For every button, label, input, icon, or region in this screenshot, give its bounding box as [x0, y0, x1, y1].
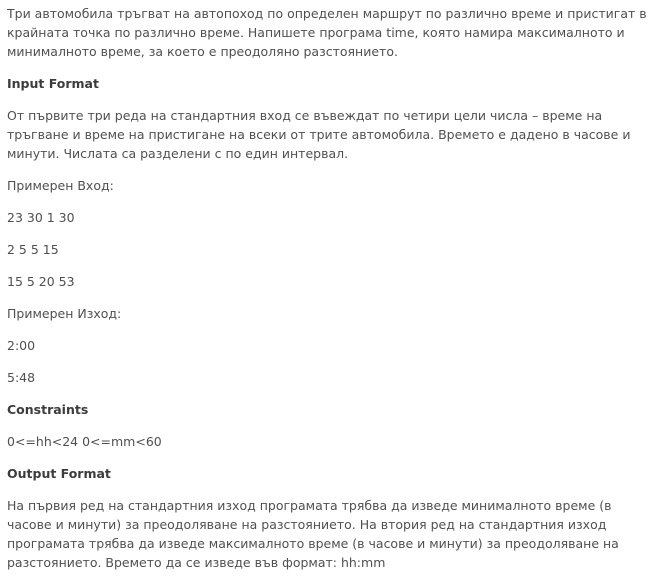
sample-input-line: 23 30 1 30 — [7, 210, 75, 225]
output-format-text: На първия ред на стандартния изход прогр… — [7, 498, 619, 570]
sample-output-line: 2:00 — [7, 338, 36, 353]
input-format-heading: Input Format — [7, 76, 99, 91]
problem-intro: Три автомобила тръгват на автопоход по о… — [7, 6, 647, 59]
sample-output-label: Примерен Изход: — [7, 306, 122, 321]
constraints-heading: Constraints — [7, 402, 89, 417]
sample-input-line: 2 5 5 15 — [7, 242, 59, 257]
sample-input-label: Примерен Вход: — [7, 178, 114, 193]
output-format-heading: Output Format — [7, 466, 111, 481]
sample-output-line: 5:48 — [7, 370, 36, 385]
input-format-text: От първите три реда на стандартния вход … — [7, 108, 631, 161]
problem-statement: Три автомобила тръгват на автопоход по о… — [0, 0, 669, 578]
constraints-text: 0<=hh<24 0<=mm<60 — [7, 434, 162, 449]
sample-input-line: 15 5 20 53 — [7, 274, 75, 289]
